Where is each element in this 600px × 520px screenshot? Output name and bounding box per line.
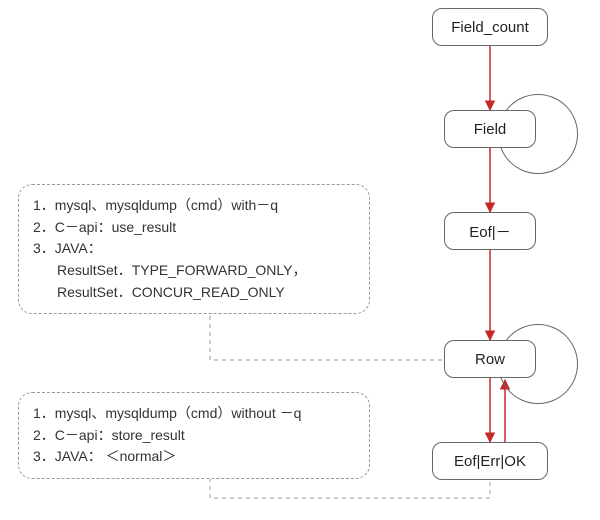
diagram-stage: Field_count Field Eof|－ Row Eof|Err|OK 1… [0, 0, 600, 520]
annotation-line: ResultSet．TYPE_FORWARD_ONLY， [33, 260, 355, 282]
annotation-line: ResultSet．CONCUR_READ_ONLY [33, 282, 355, 304]
node-label: Eof|Err|OK [454, 453, 526, 470]
node-eof1: Eof|－ [444, 212, 536, 250]
node-row: Row [444, 340, 536, 378]
annotation-line: 1．mysql、mysqldump（cmd）with－q [33, 195, 355, 217]
annotation-lower: 1．mysql、mysqldump（cmd）without －q 2．C－api… [18, 392, 370, 479]
annotation-line: 3．JAVA： ＜normal＞ [33, 446, 355, 468]
annotation-line: 2．C－api：store_result [33, 425, 355, 447]
annot-lower-connector [210, 478, 490, 498]
node-field-count: Field_count [432, 8, 548, 46]
node-label: Field_count [451, 19, 529, 36]
annotation-line: 1．mysql、mysqldump（cmd）without －q [33, 403, 355, 425]
annotation-line: 2．C－api：use_result [33, 217, 355, 239]
node-label: Row [475, 351, 505, 368]
node-label: Eof|－ [469, 221, 510, 242]
node-field: Field [444, 110, 536, 148]
annotation-line: 3．JAVA： [33, 238, 355, 260]
node-label: Field [474, 121, 507, 138]
node-eof2: Eof|Err|OK [432, 442, 548, 480]
annot-upper-connector [210, 316, 444, 360]
annotation-upper: 1．mysql、mysqldump（cmd）with－q 2．C－api：use… [18, 184, 370, 314]
